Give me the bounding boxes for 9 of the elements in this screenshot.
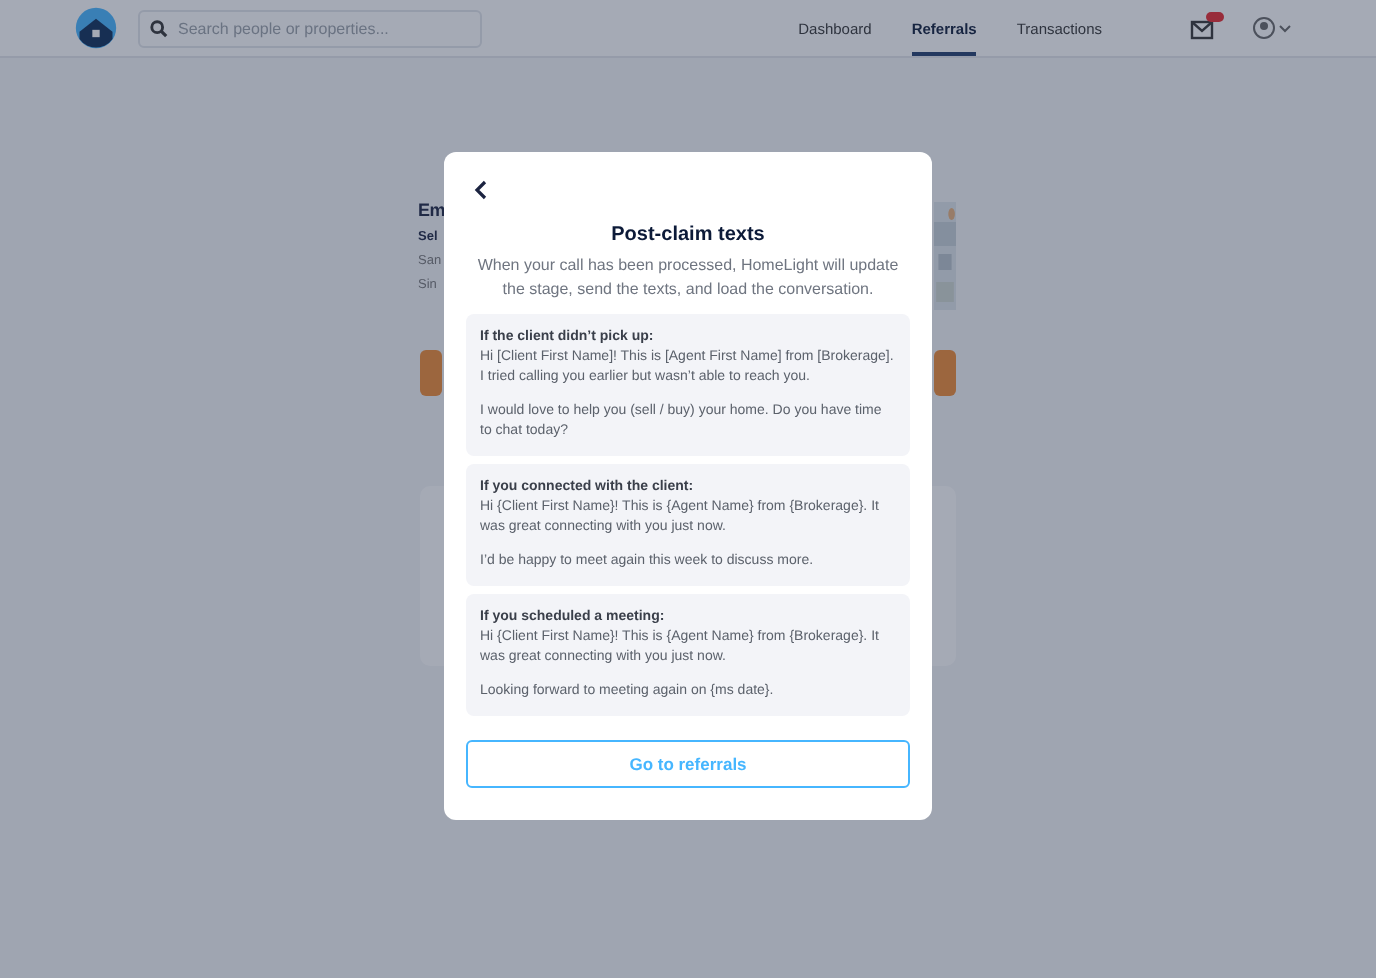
back-button[interactable] — [470, 176, 492, 204]
background-text: Em — [418, 198, 445, 224]
mail-icon[interactable] — [1190, 17, 1216, 39]
search-field[interactable]: Search people or properties... — [138, 9, 482, 47]
search-icon — [150, 19, 168, 37]
user-menu-icon[interactable] — [1252, 16, 1296, 40]
house-logo-icon[interactable] — [74, 6, 118, 50]
modal-description: When your call has been processed, HomeLight will update the stage, send the texts, and load the conversation. — [475, 254, 901, 302]
modal-title: Post-claim texts — [609, 224, 767, 246]
